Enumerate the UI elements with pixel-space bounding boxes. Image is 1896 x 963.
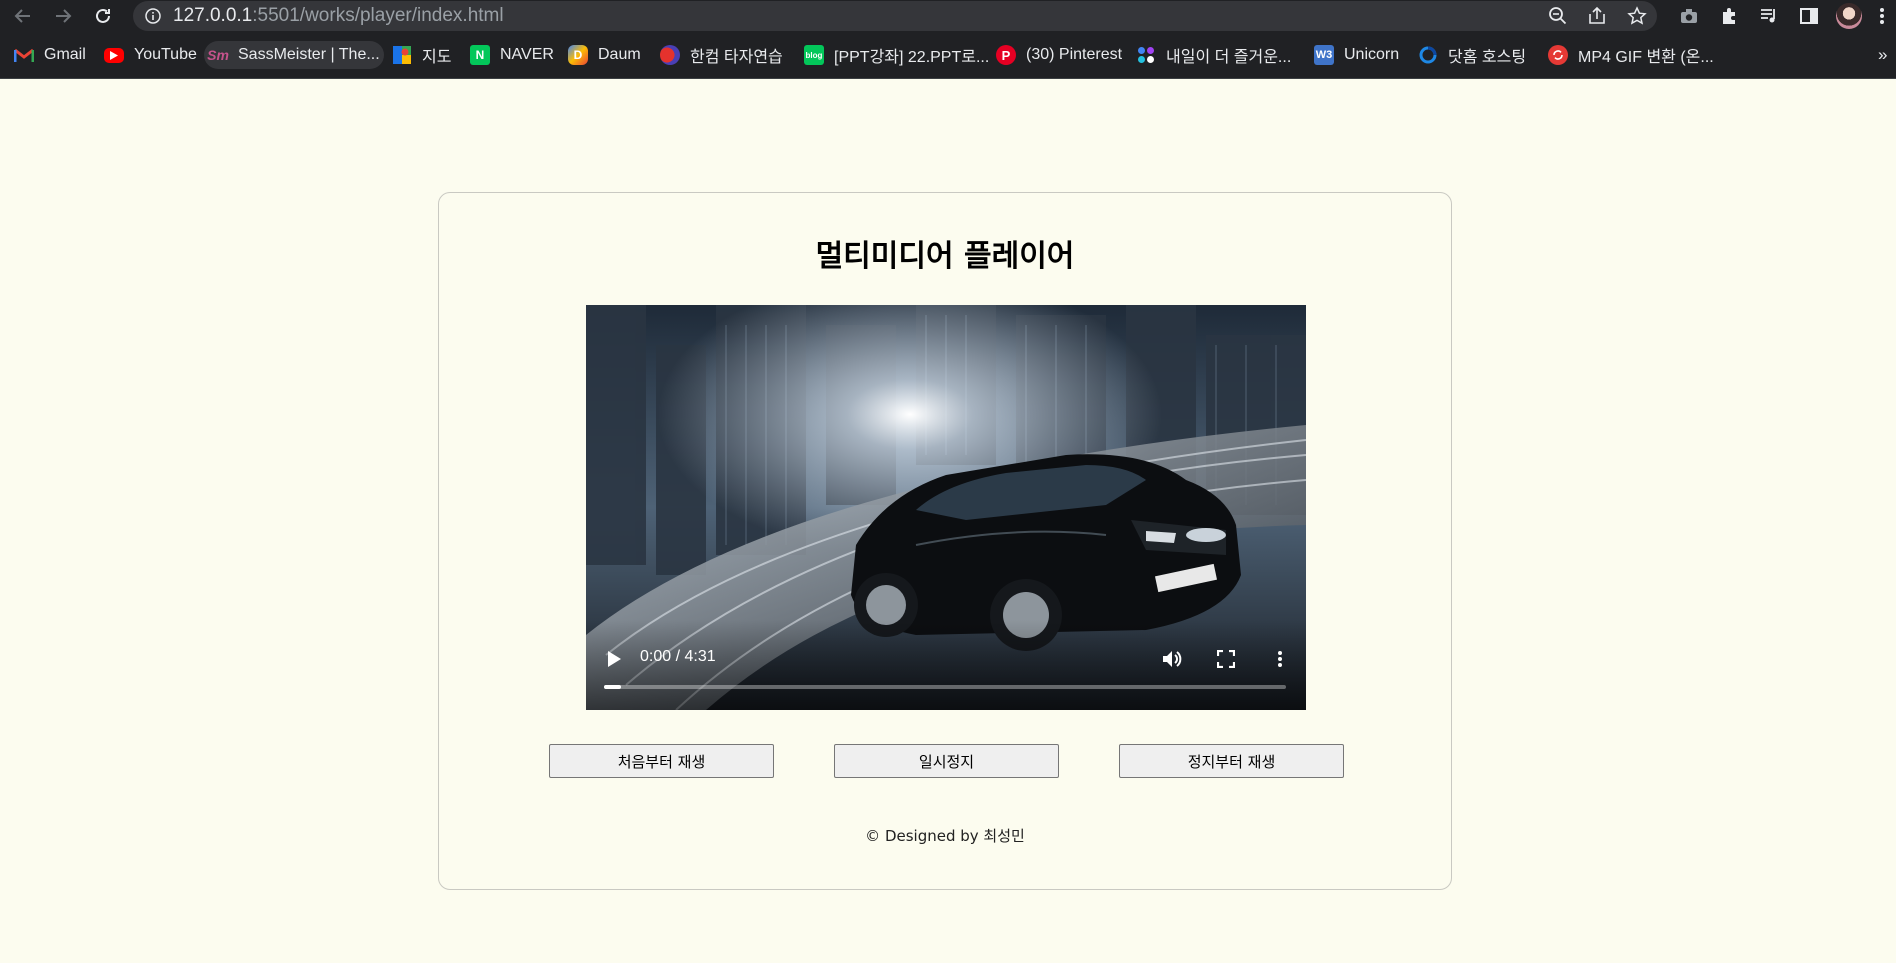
bookmark-sassmeister[interactable]: Sm SassMeister | The... bbox=[204, 41, 384, 69]
naver-icon: N bbox=[470, 45, 490, 65]
control-buttons: 처음부터 재생 일시정지 정지부터 재생 bbox=[439, 744, 1451, 778]
bookmark-tomorrow[interactable]: 내일이 더 즐거운... bbox=[1132, 41, 1295, 69]
bookmark-hancom[interactable]: 한컴 타자연습 bbox=[656, 41, 787, 69]
page-title: 멀티미디어 플레이어 bbox=[815, 239, 1075, 274]
bookmarks-bar: Gmail YouTube Sm SassMeister | The... 지도… bbox=[0, 33, 1896, 79]
bookmark-label: MP4 GIF 변환 (온... bbox=[1578, 49, 1714, 66]
reload-icon bbox=[96, 8, 110, 23]
video-time: 0:00 / 4:31 bbox=[640, 648, 716, 665]
share-icon[interactable] bbox=[1585, 4, 1609, 28]
bookmark-dothome[interactable]: 닷홈 호스팅 bbox=[1414, 41, 1530, 69]
bookmark-label: 닷홈 호스팅 bbox=[1448, 49, 1527, 66]
menu-kebab-icon[interactable] bbox=[1872, 3, 1892, 29]
reload-button[interactable] bbox=[90, 3, 116, 29]
url-host: 127.0.0.1 bbox=[173, 5, 253, 26]
maps-icon bbox=[392, 45, 412, 65]
w3-icon: W3 bbox=[1314, 45, 1334, 65]
youtube-icon bbox=[104, 47, 124, 63]
address-bar[interactable]: 127.0.0.1:5501/works/player/index.html bbox=[133, 1, 1657, 31]
bookmark-label: 한컴 타자연습 bbox=[690, 49, 783, 66]
bookmark-label: NAVER bbox=[500, 46, 554, 63]
bookmark-pinterest[interactable]: P (30) Pinterest bbox=[992, 41, 1126, 69]
bookmark-mp4gif[interactable]: MP4 GIF 변환 (온... bbox=[1544, 41, 1718, 69]
bookmark-label: 내일이 더 즐거운... bbox=[1166, 49, 1292, 66]
bookmark-daum[interactable]: D Daum bbox=[564, 41, 645, 69]
blog-icon: blog bbox=[804, 45, 824, 65]
bookmark-maps[interactable]: 지도 bbox=[388, 41, 455, 69]
play-button[interactable] bbox=[600, 645, 628, 673]
volume-icon bbox=[1163, 651, 1182, 667]
back-button[interactable] bbox=[10, 3, 36, 29]
bookmark-youtube[interactable]: YouTube bbox=[100, 41, 201, 69]
media-control-icon[interactable] bbox=[1756, 3, 1782, 29]
info-icon[interactable] bbox=[141, 4, 165, 28]
bookmark-label: (30) Pinterest bbox=[1026, 46, 1123, 63]
arrow-left-icon bbox=[14, 9, 30, 23]
fullscreen-button[interactable] bbox=[1212, 645, 1240, 673]
bookmark-label: Unicorn bbox=[1344, 46, 1400, 63]
resume-button[interactable]: 정지부터 재생 bbox=[1119, 744, 1344, 778]
fullscreen-icon bbox=[1217, 650, 1235, 668]
gmail-icon bbox=[14, 45, 34, 65]
bookmark-label: Gmail bbox=[44, 46, 86, 63]
bookmark-label: YouTube bbox=[134, 46, 197, 63]
bookmark-label: 지도 bbox=[422, 49, 452, 66]
bookmark-gmail[interactable]: Gmail bbox=[10, 41, 90, 69]
bookmark-unicorn[interactable]: W3 Unicorn bbox=[1310, 41, 1403, 69]
profile-avatar[interactable] bbox=[1836, 3, 1862, 29]
progress-fill bbox=[604, 685, 622, 689]
camera-icon[interactable] bbox=[1676, 3, 1702, 29]
url-path: :5501/works/player/index.html bbox=[252, 5, 504, 26]
bookmark-blog[interactable]: blog [PPT강좌] 22.PPT로... bbox=[800, 41, 993, 69]
play-from-start-button[interactable]: 처음부터 재생 bbox=[549, 744, 774, 778]
pinterest-icon: P bbox=[996, 45, 1016, 65]
player-card: 멀티미디어 플레이어 0:00 / 4:31 처음부터 재생 일시정지 정지부터… bbox=[438, 192, 1452, 890]
dothome-icon bbox=[1418, 45, 1438, 65]
bookmark-label: [PPT강좌] 22.PPT로... bbox=[834, 49, 990, 66]
play-icon bbox=[608, 651, 621, 667]
bookmark-label: SassMeister | The... bbox=[238, 46, 380, 63]
bookmarks-overflow-button[interactable]: » bbox=[1878, 45, 1887, 65]
bookmark-naver[interactable]: N NAVER bbox=[466, 41, 558, 69]
more-options-button[interactable] bbox=[1266, 645, 1294, 673]
volume-button[interactable] bbox=[1158, 645, 1186, 673]
more-vertical-icon bbox=[1278, 651, 1282, 667]
footer-credit: © Designed by 최성민 bbox=[865, 827, 1025, 845]
browser-toolbar: 127.0.0.1:5501/works/player/index.html bbox=[0, 0, 1896, 33]
star-icon[interactable] bbox=[1625, 4, 1649, 28]
progress-bar[interactable] bbox=[604, 685, 1286, 689]
extensions-icon[interactable] bbox=[1716, 3, 1742, 29]
hancom-icon bbox=[660, 45, 680, 65]
daum-icon: D bbox=[568, 45, 588, 65]
pause-button[interactable]: 일시정지 bbox=[834, 744, 1059, 778]
arrow-right-icon bbox=[56, 9, 72, 23]
zoom-icon[interactable] bbox=[1546, 4, 1570, 28]
sassmeister-icon: Sm bbox=[207, 47, 229, 63]
forward-button[interactable] bbox=[50, 3, 76, 29]
side-panel-icon[interactable] bbox=[1796, 3, 1822, 29]
url-text[interactable]: 127.0.0.1:5501/works/player/index.html bbox=[173, 1, 504, 31]
convert-icon bbox=[1548, 45, 1568, 65]
bookmark-label: Daum bbox=[598, 46, 641, 63]
video-player[interactable]: 0:00 / 4:31 bbox=[586, 305, 1306, 710]
dots-icon bbox=[1136, 45, 1156, 65]
